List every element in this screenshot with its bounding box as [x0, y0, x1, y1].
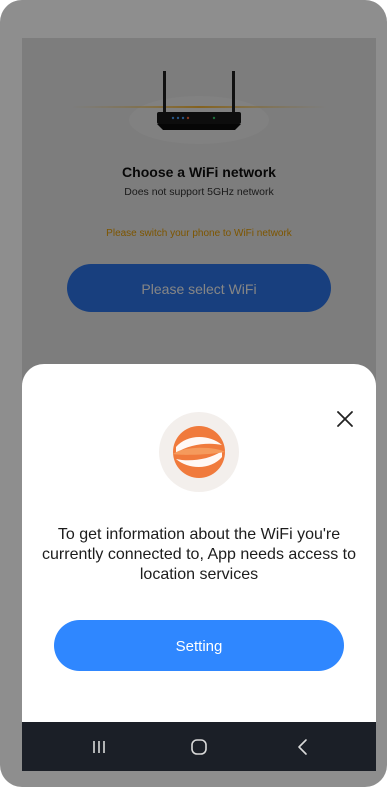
- permission-message: To get information about the WiFi you're…: [42, 526, 356, 583]
- app-logo-icon: [159, 412, 239, 492]
- back-icon[interactable]: [292, 736, 314, 758]
- recents-icon[interactable]: [88, 736, 110, 758]
- phone-screen: Choose a WiFi network Does not support 5…: [22, 38, 376, 771]
- close-icon[interactable]: [334, 408, 356, 430]
- setting-button[interactable]: Setting: [54, 620, 344, 671]
- home-icon[interactable]: [188, 736, 210, 758]
- device-frame: Choose a WiFi network Does not support 5…: [0, 0, 387, 787]
- location-permission-sheet: To get information about the WiFi you're…: [22, 364, 376, 722]
- navigation-bar: [22, 722, 376, 771]
